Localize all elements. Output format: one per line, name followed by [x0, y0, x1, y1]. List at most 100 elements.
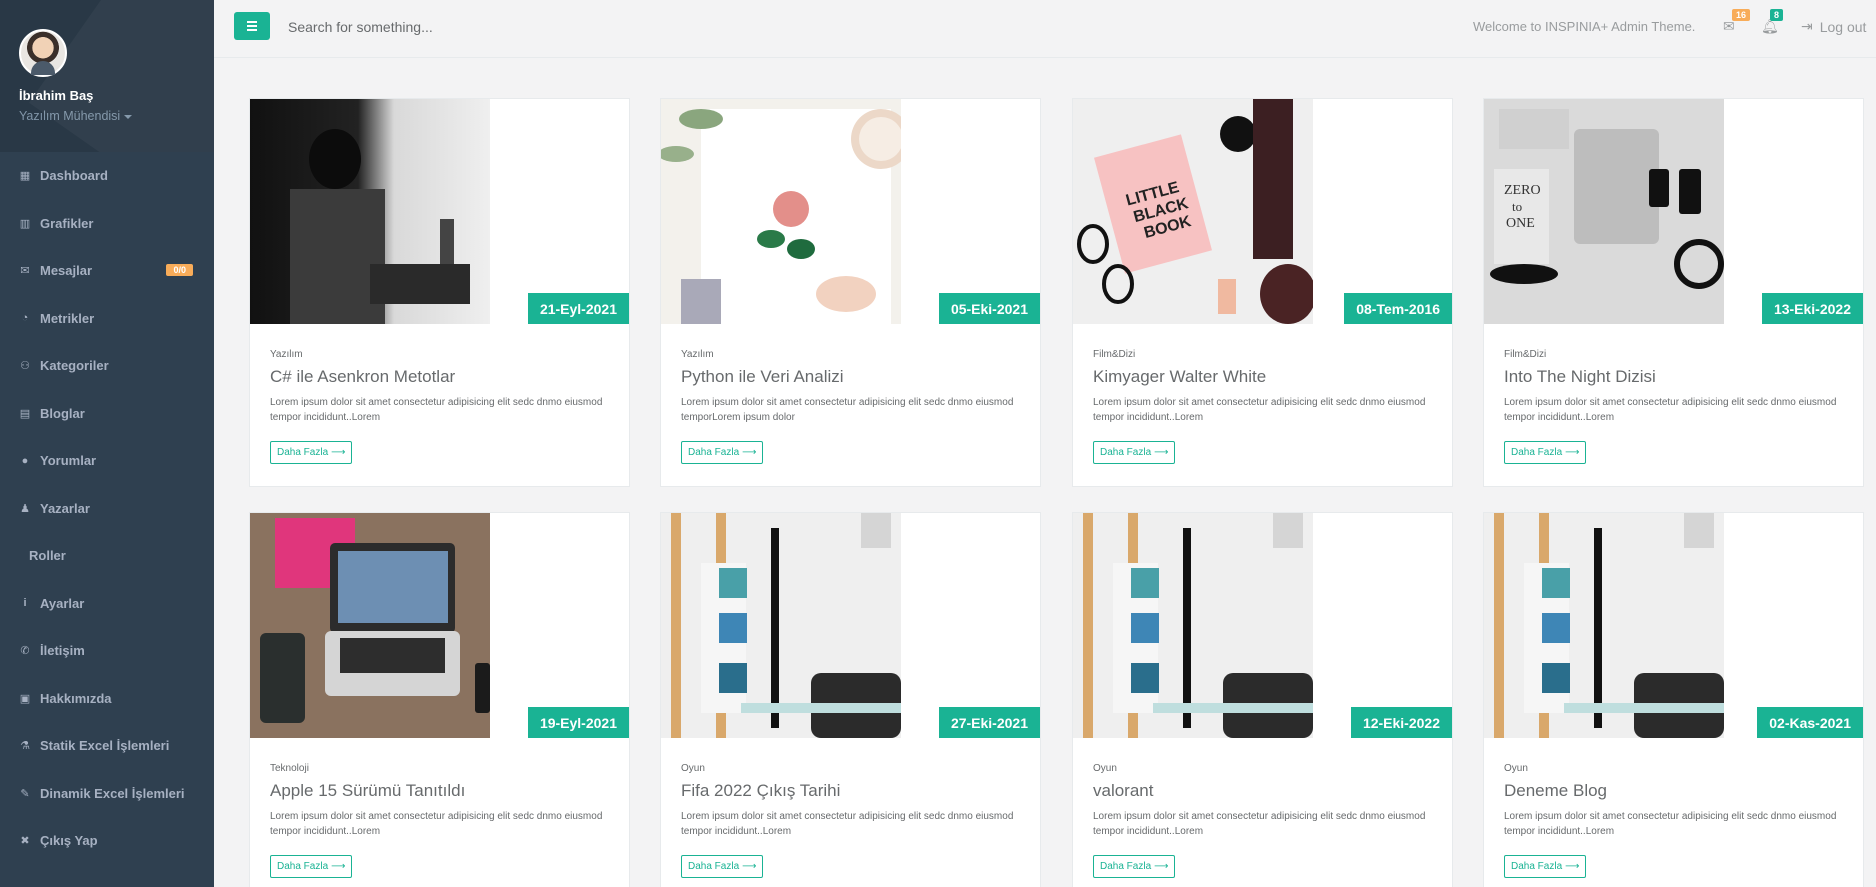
sidebar-item[interactable]: ⚇ Kategoriler [0, 342, 214, 390]
bar-chart-icon: ▥ [19, 217, 31, 230]
hamburger-icon-line [247, 25, 257, 27]
sidebar-item-label: Hakkımızda [40, 690, 112, 706]
blog-card-body: Oyun Fifa 2022 Çıkış Tarihi Lorem ipsum do… [681, 763, 1020, 839]
users-icon: ⚇ [20, 360, 30, 373]
date-badge: 08-Tem-2016 [1344, 293, 1452, 324]
messages-button[interactable]: ✉ 16 [1723, 9, 1751, 34]
read-more-label: Daha Fazla [277, 447, 329, 458]
blog-title[interactable]: C# ile Asenkron Metotlar [270, 367, 609, 387]
logout-link[interactable]: ⇥ Log out [1801, 18, 1866, 35]
notifications-button[interactable]: 🔔︎ 8 [1761, 9, 1784, 34]
blog-card-image[interactable]: LITTLE BLACK BOOK [1073, 99, 1313, 324]
blog-category: Film&Dizi [1504, 349, 1547, 360]
read-more-button[interactable]: Daha Fazla ⟶ [1504, 855, 1587, 878]
profile-role-dropdown[interactable]: Yazılım Mühendisi [19, 109, 214, 123]
arrow-right-icon: ⟶ [331, 861, 346, 872]
id-card-icon: ▣ [19, 692, 31, 705]
dashboard-icon: ▦ [19, 170, 31, 183]
blog-card-body: Film&Dizi Kimyager Walter White Lorem ipsu… [1093, 349, 1432, 425]
read-more-label: Daha Fazla [1511, 447, 1563, 458]
blog-title[interactable]: Deneme Blog [1504, 781, 1843, 801]
arrow-right-icon: ⟶ [1565, 447, 1580, 458]
blog-category: Teknoloji [270, 763, 309, 774]
blog-card: 02-Kas-2021 Oyun Deneme Blog Lorem ipsum do… [1483, 512, 1864, 887]
svg-text:ONE: ONE [1506, 216, 1535, 231]
read-more-button[interactable]: Daha Fazla ⟶ [1093, 855, 1176, 878]
sidebar-item-label: Dinamik Excel İşlemleri [40, 785, 185, 801]
sidebar-item[interactable]: i Ayarlar [0, 580, 214, 628]
blog-excerpt: Lorem ipsum dolor sit amet consectetur a… [1093, 811, 1426, 837]
blog-card-image[interactable] [661, 513, 901, 738]
messages-badge: 0/0 [166, 264, 193, 276]
sidebar-item-label: Metrikler [40, 310, 95, 326]
sidebar-item[interactable]: ✉ Mesajlar 0/0 [0, 247, 214, 295]
read-more-button[interactable]: Daha Fazla ⟶ [270, 855, 353, 878]
sidebar-item-label: Ayarlar [40, 595, 85, 611]
user-icon: ♟ [20, 502, 30, 515]
read-more-label: Daha Fazla [1100, 447, 1152, 458]
sidebar-item[interactable]: ▥ Grafikler [0, 200, 214, 248]
blog-card-image[interactable] [250, 513, 490, 738]
blog-card-image[interactable] [1484, 513, 1724, 738]
blog-card-image[interactable]: ZERO to ONE [1484, 99, 1724, 324]
read-more-button[interactable]: Daha Fazla ⟶ [1504, 441, 1587, 464]
blog-card-body: Oyun Deneme Blog Lorem ipsum dolor sit ame… [1504, 763, 1843, 839]
read-more-label: Daha Fazla [1100, 861, 1152, 872]
info-icon: i [23, 597, 27, 610]
read-more-button[interactable]: Daha Fazla ⟶ [1093, 441, 1176, 464]
close-icon: ✖ [20, 835, 30, 848]
topbar: Welcome to INSPINIA+ Admin Theme. ✉ 16 🔔… [214, 0, 1876, 58]
blog-excerpt: Lorem ipsum dolor sit amet consectetur a… [1093, 397, 1426, 423]
profile-role: Yazılım Mühendisi [19, 109, 121, 123]
logout-label: Log out [1819, 18, 1867, 35]
blog-excerpt: Lorem ipsum dolor sit amet consectetur a… [1504, 397, 1837, 423]
blog-card: ZERO to ONE 13-Eki-2022 Film&Dizi Into The Ni… [1483, 98, 1864, 487]
read-more-label: Daha Fazla [688, 447, 740, 458]
blog-title[interactable]: Kimyager Walter White [1093, 367, 1432, 387]
sign-out-icon: ⇥ [1801, 18, 1813, 34]
blog-excerpt: Lorem ipsum dolor sit amet consectetur a… [270, 811, 603, 837]
blog-card-image[interactable] [1073, 513, 1313, 738]
blog-title[interactable]: Python ile Veri Analizi [681, 367, 1020, 387]
sidebar-item[interactable]: ✖ Çıkış Yap [0, 817, 214, 865]
blog-card-body: Oyun valorant Lorem ipsum dolor sit amet c… [1093, 763, 1432, 839]
blog-card-image[interactable] [250, 99, 490, 324]
profile-name: İbrahim Baş [19, 88, 94, 103]
sidebar-item-label: İletişim [40, 643, 85, 659]
blog-title[interactable]: valorant [1093, 781, 1432, 801]
sidebar-item[interactable]: ⚗ Statik Excel İşlemleri [0, 722, 214, 770]
read-more-button[interactable]: Daha Fazla ⟶ [681, 855, 764, 878]
sidebar-item-label: Yorumlar [40, 453, 97, 469]
blog-category: Yazılım [681, 349, 714, 360]
blog-title[interactable]: Into The Night Dizisi [1504, 367, 1843, 387]
sidebar-item[interactable]: ◔ Metrikler [0, 295, 214, 343]
date-badge: 21-Eyl-2021 [527, 293, 629, 324]
sidebar-item-label: Bloglar [40, 405, 85, 421]
sidebar-item[interactable]: ▤ Bloglar [0, 390, 214, 438]
blog-title[interactable]: Fifa 2022 Çıkış Tarihi [681, 781, 1020, 801]
sidebar-item[interactable]: ▦ Dashboard [0, 152, 214, 200]
sidebar-item[interactable]: ✆ İletişim [0, 627, 214, 675]
sidebar-item[interactable]: ● Yorumlar [0, 437, 214, 485]
welcome-text: Welcome to INSPINIA+ Admin Theme. [1473, 19, 1696, 34]
list-alt-icon: ▤ [19, 407, 31, 420]
sidebar-item[interactable]: ✎ Dinamik Excel İşlemleri [0, 770, 214, 818]
avatar[interactable] [19, 29, 67, 77]
sidebar-item[interactable]: ♟ Yazarlar [0, 485, 214, 533]
blog-title[interactable]: Apple 15 Sürümü Tanıtıldı [270, 781, 609, 801]
search-input[interactable] [288, 14, 688, 40]
read-more-button[interactable]: Daha Fazla ⟶ [270, 441, 353, 464]
blog-card-image[interactable] [661, 99, 901, 324]
sidebar-item[interactable]: Roller [0, 532, 214, 580]
pie-chart-icon: ◔ [21, 312, 29, 325]
read-more-button[interactable]: Daha Fazla ⟶ [681, 441, 764, 464]
blog-excerpt: Lorem ipsum dolor sit amet consectetur a… [681, 397, 1014, 423]
arrow-right-icon: ⟶ [1154, 447, 1169, 458]
svg-text:to: to [1512, 199, 1522, 214]
read-more-label: Daha Fazla [1511, 861, 1563, 872]
sidebar-item[interactable]: ▣ Hakkımızda [0, 675, 214, 723]
menu-toggle-button[interactable] [234, 12, 270, 40]
blog-card: 27-Eki-2021 Oyun Fifa 2022 Çıkış Tarihi Lor… [660, 512, 1041, 887]
sidebar-item-label: Dashboard [40, 168, 108, 184]
date-badge: 19-Eyl-2021 [527, 707, 629, 738]
